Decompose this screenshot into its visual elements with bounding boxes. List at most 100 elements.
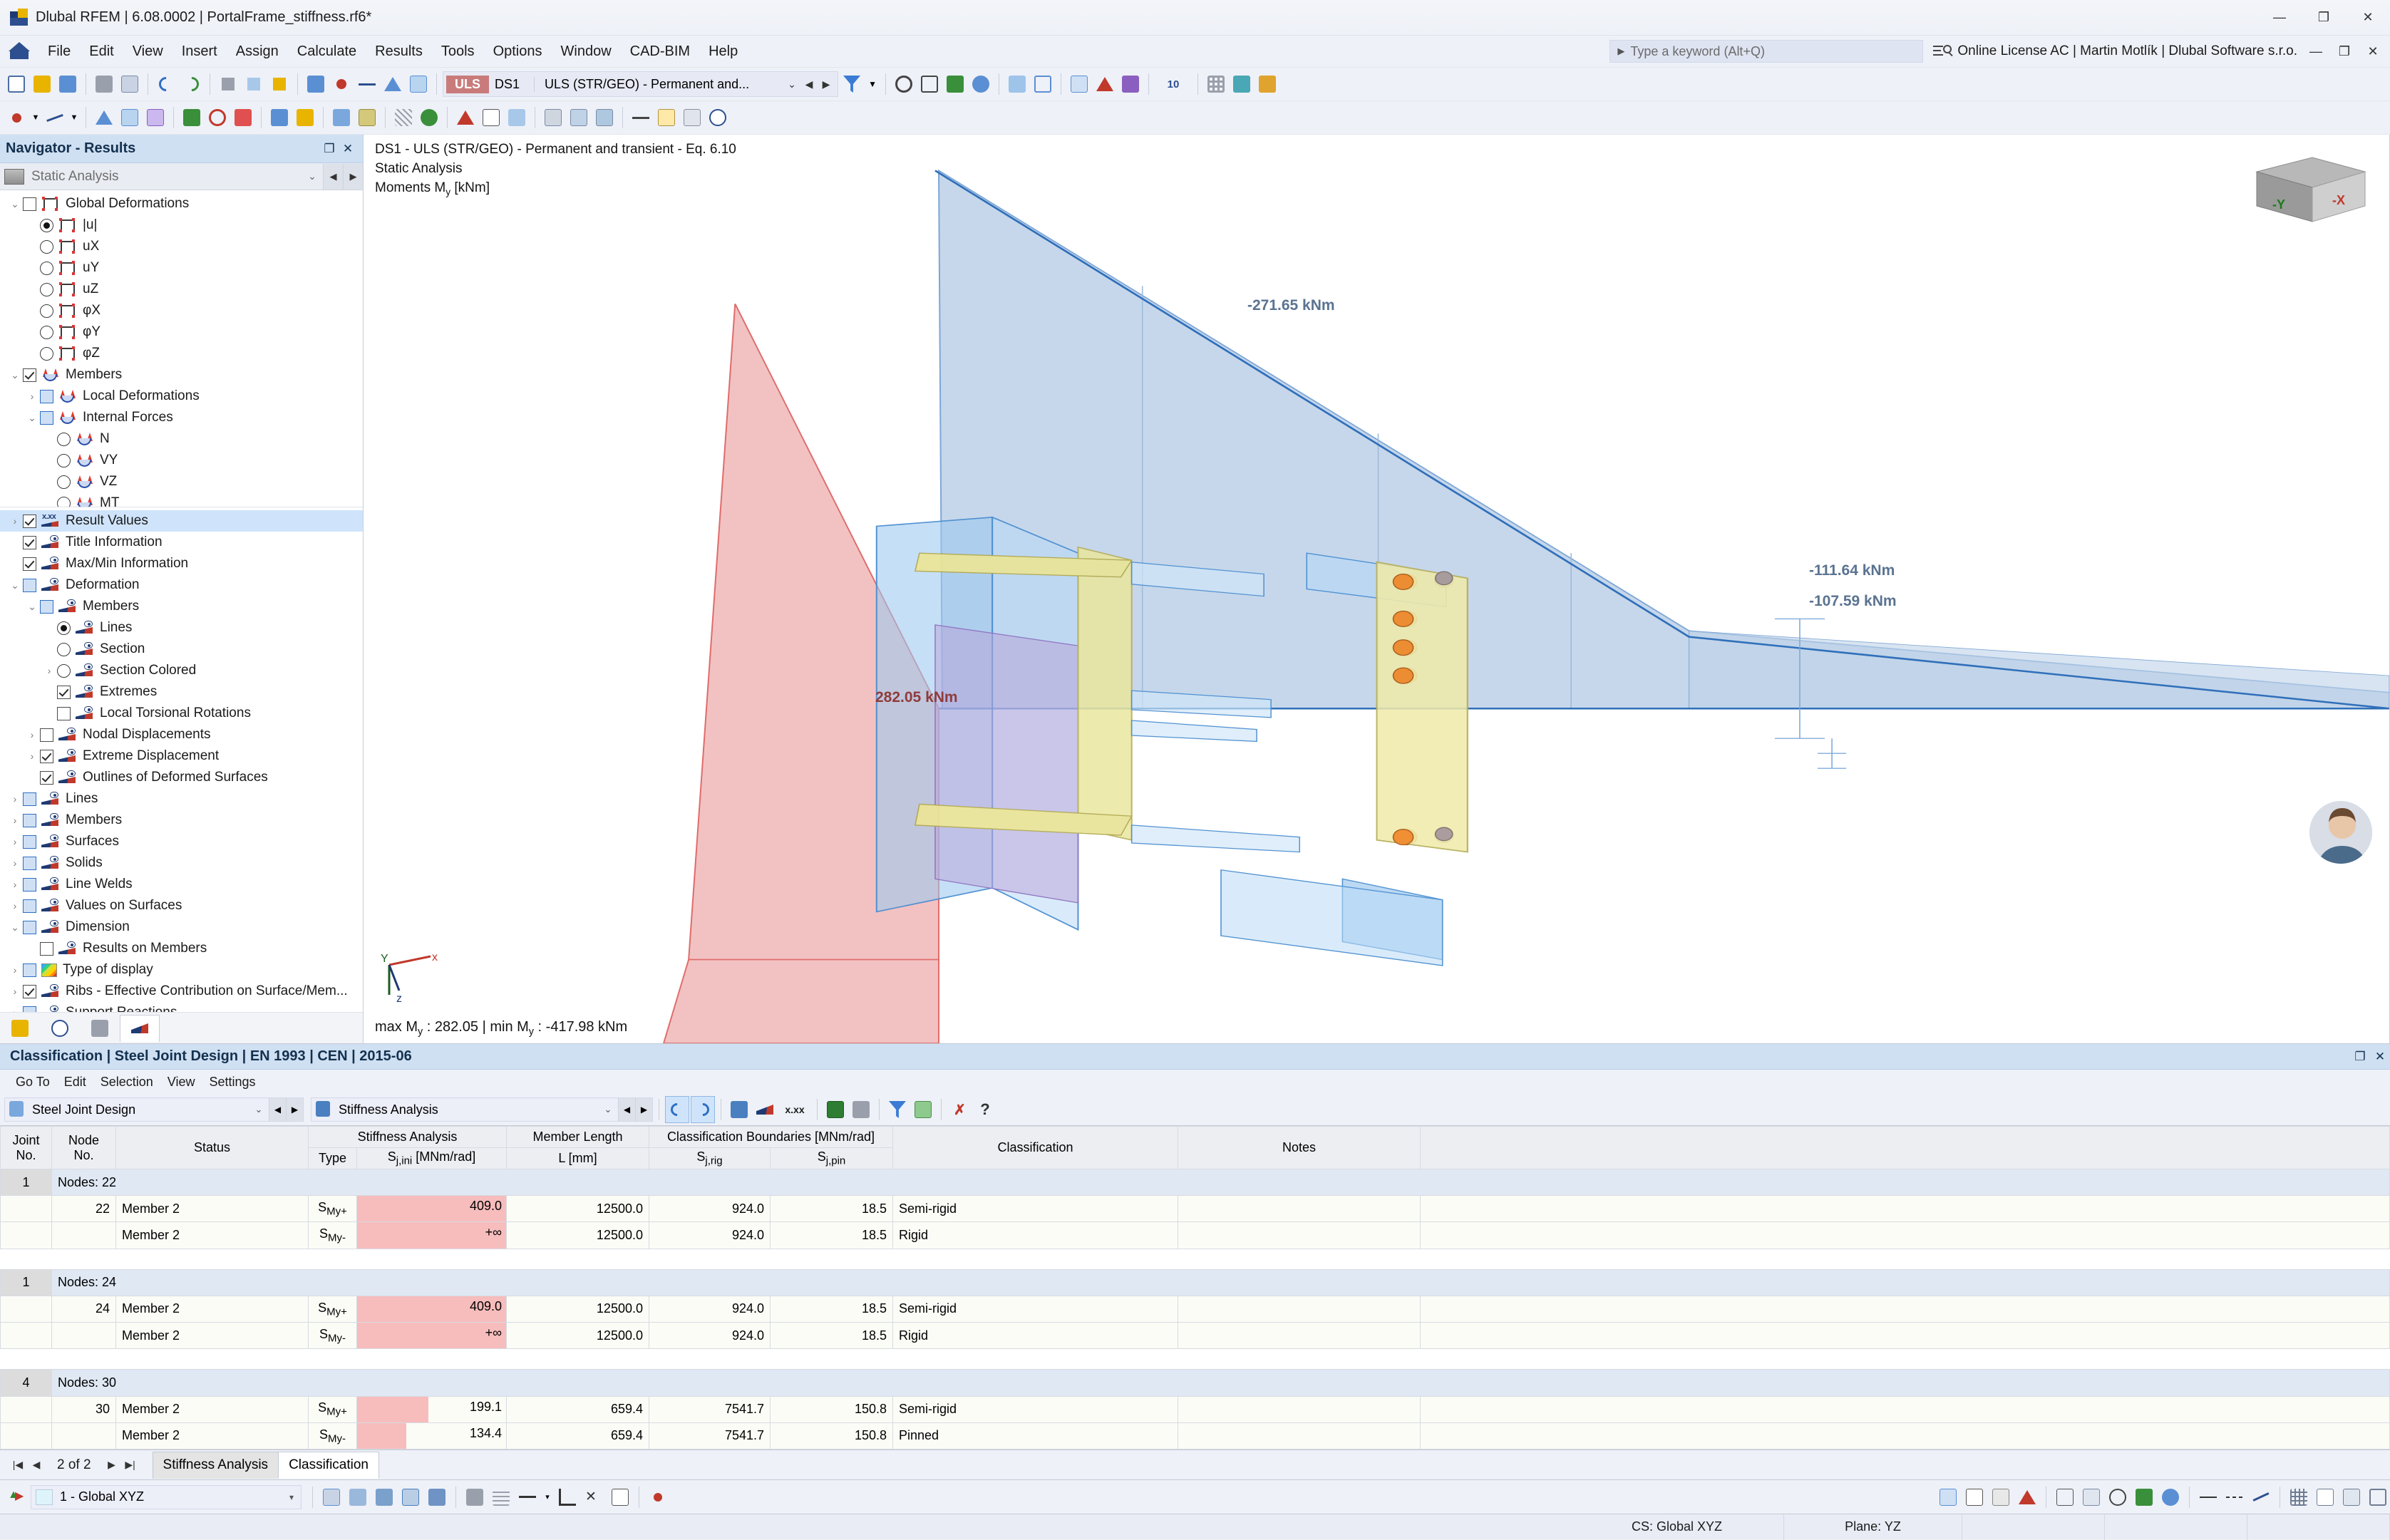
table-group-row[interactable]: 1 Nodes: 22: [0, 1168, 2390, 1197]
tree-item-title-information[interactable]: Title Information: [0, 532, 363, 553]
dim-dropdown-icon[interactable]: ▾: [542, 1484, 553, 1511]
table-group-row[interactable]: 1 Nodes: 24: [0, 1268, 2390, 1296]
tree-item-extremes[interactable]: Extremes: [0, 681, 363, 703]
page-next-button[interactable]: ▶: [103, 1454, 121, 1476]
analysis-selector-prev-button[interactable]: ◀: [618, 1098, 635, 1121]
tree-radio[interactable]: [40, 346, 53, 361]
zoom-tool-icon[interactable]: [2106, 1484, 2130, 1511]
tree-expander[interactable]: ⌄: [7, 369, 23, 381]
menu-edit[interactable]: Edit: [80, 41, 123, 63]
tree-item-vy[interactable]: VY: [0, 450, 363, 471]
tree-expander[interactable]: ›: [7, 515, 23, 527]
col-length[interactable]: L [mm]: [506, 1147, 649, 1169]
module-selector[interactable]: Steel Joint Design ⌄ ◀ ▶: [4, 1097, 304, 1122]
tree-radio[interactable]: [57, 642, 71, 656]
results-table-container[interactable]: Joint No. Node No. Status Stiffness Analys…: [0, 1125, 2390, 1449]
tree-item-members[interactable]: ⌄ Members: [0, 364, 363, 386]
tree-expander[interactable]: ›: [7, 900, 23, 911]
tree-item-n[interactable]: N: [0, 428, 363, 450]
col-node-no[interactable]: Node No.: [51, 1126, 116, 1169]
open-file-icon[interactable]: [30, 71, 54, 98]
navigator-model-tab-icon[interactable]: [0, 1015, 40, 1042]
tree-checkbox[interactable]: [23, 834, 36, 849]
undo-icon[interactable]: [154, 71, 178, 98]
polyline-icon[interactable]: [2249, 1484, 2273, 1511]
tab-classification[interactable]: Classification: [278, 1451, 379, 1479]
tree-radio[interactable]: [40, 304, 53, 318]
tree-radio[interactable]: [57, 432, 71, 446]
tree-expander[interactable]: ›: [7, 1007, 23, 1012]
col-sj-pin[interactable]: Sj,pin: [770, 1147, 893, 1169]
grid-display-icon[interactable]: [489, 1484, 513, 1511]
tree-checkbox[interactable]: [40, 749, 53, 763]
tree-checkbox[interactable]: [40, 728, 53, 742]
tree-item-values-on-surfaces[interactable]: › Values on Surfaces: [0, 895, 363, 916]
panel-toggle-icon[interactable]: [2339, 1484, 2364, 1511]
table-menu-goto[interactable]: Go To: [9, 1073, 57, 1091]
menu-window[interactable]: Window: [552, 41, 621, 63]
tree-item-uz[interactable]: uZ: [0, 279, 363, 300]
tree-expander[interactable]: ⌄: [24, 601, 40, 613]
measure-icon[interactable]: [629, 104, 653, 131]
analysis-selector[interactable]: Stiffness Analysis ⌄ ◀ ▶: [311, 1097, 653, 1122]
tree-checkbox[interactable]: [57, 685, 71, 699]
tree-item-deformation[interactable]: ⌄ Deformation: [0, 574, 363, 596]
tree-checkbox[interactable]: [40, 941, 53, 956]
zoom-level-icon[interactable]: 10: [1155, 71, 1192, 98]
support-tool-icon[interactable]: [180, 104, 204, 131]
navigator-display-tab-icon[interactable]: [40, 1015, 80, 1042]
load-case-chevron-icon[interactable]: ⌄: [783, 72, 800, 96]
menu-file[interactable]: File: [38, 41, 80, 63]
tree-checkbox[interactable]: [23, 368, 36, 382]
angle-zero-icon[interactable]: [608, 1484, 632, 1511]
load-tool-icon[interactable]: [231, 104, 255, 131]
fullscreen-icon[interactable]: [2366, 1484, 2390, 1511]
ortho-icon[interactable]: [1255, 71, 1279, 98]
tree-expander[interactable]: ›: [7, 815, 23, 826]
print-icon[interactable]: [92, 71, 116, 98]
calculate-icon[interactable]: [417, 104, 441, 131]
table-group-row[interactable]: 4 Nodes: 30: [0, 1369, 2390, 1397]
table-menu-view[interactable]: View: [160, 1073, 202, 1091]
tab-stiffness-analysis[interactable]: Stiffness Analysis: [152, 1451, 279, 1479]
tree-item-outlines-of-deformed-surfaces[interactable]: Outlines of Deformed Surfaces: [0, 767, 363, 788]
chart-view-icon[interactable]: [2015, 1484, 2039, 1511]
printout-icon[interactable]: [118, 71, 142, 98]
menu-help[interactable]: Help: [699, 41, 747, 63]
layers-icon[interactable]: [463, 1484, 487, 1511]
analysis-selector-chevron-icon[interactable]: ⌄: [598, 1104, 618, 1115]
table-filter-icon[interactable]: [885, 1096, 910, 1123]
tree-item-max-min-information[interactable]: Max/Min Information: [0, 553, 363, 574]
printout-report-icon[interactable]: [849, 1096, 873, 1123]
window-minimize-button[interactable]: —: [2257, 0, 2302, 36]
rotate-tool-icon[interactable]: [2158, 1484, 2183, 1511]
results-section-icon[interactable]: [1118, 71, 1143, 98]
snap-object-icon[interactable]: [346, 1484, 370, 1511]
view-top-icon[interactable]: [541, 104, 565, 131]
tree-checkbox[interactable]: [23, 963, 36, 977]
table-menu-edit[interactable]: Edit: [57, 1073, 93, 1091]
tree-checkbox[interactable]: [40, 599, 53, 614]
section-tool-icon[interactable]: [267, 104, 292, 131]
tree-item-mt[interactable]: MT: [0, 492, 363, 507]
module-prev-button[interactable]: ◀: [269, 1098, 286, 1121]
tree-expander[interactable]: ›: [7, 857, 23, 869]
new-file-icon[interactable]: [4, 71, 29, 98]
tree-item-members[interactable]: ⌄ Members: [0, 596, 363, 617]
menu-view[interactable]: View: [123, 41, 172, 63]
tree-expander[interactable]: ⌄: [24, 412, 40, 424]
col-joint-no[interactable]: Joint No.: [0, 1126, 52, 1169]
node-icon[interactable]: [329, 71, 354, 98]
line-style-icon[interactable]: [2196, 1484, 2220, 1511]
tree-checkbox[interactable]: [23, 792, 36, 806]
pan-tool-icon[interactable]: [2132, 1484, 2156, 1511]
cut-icon[interactable]: [216, 71, 240, 98]
col-sj-rig[interactable]: Sj,rig: [649, 1147, 771, 1169]
tree-expander[interactable]: ⌄: [7, 579, 23, 591]
tree-expander[interactable]: ›: [7, 793, 23, 805]
go-back-icon[interactable]: [665, 1096, 689, 1123]
material-tool-icon[interactable]: [293, 104, 317, 131]
cursor-snap-icon[interactable]: [646, 1484, 670, 1511]
tree-item-line-welds[interactable]: › Line Welds: [0, 874, 363, 895]
tree-item-solids[interactable]: › Solids: [0, 852, 363, 874]
